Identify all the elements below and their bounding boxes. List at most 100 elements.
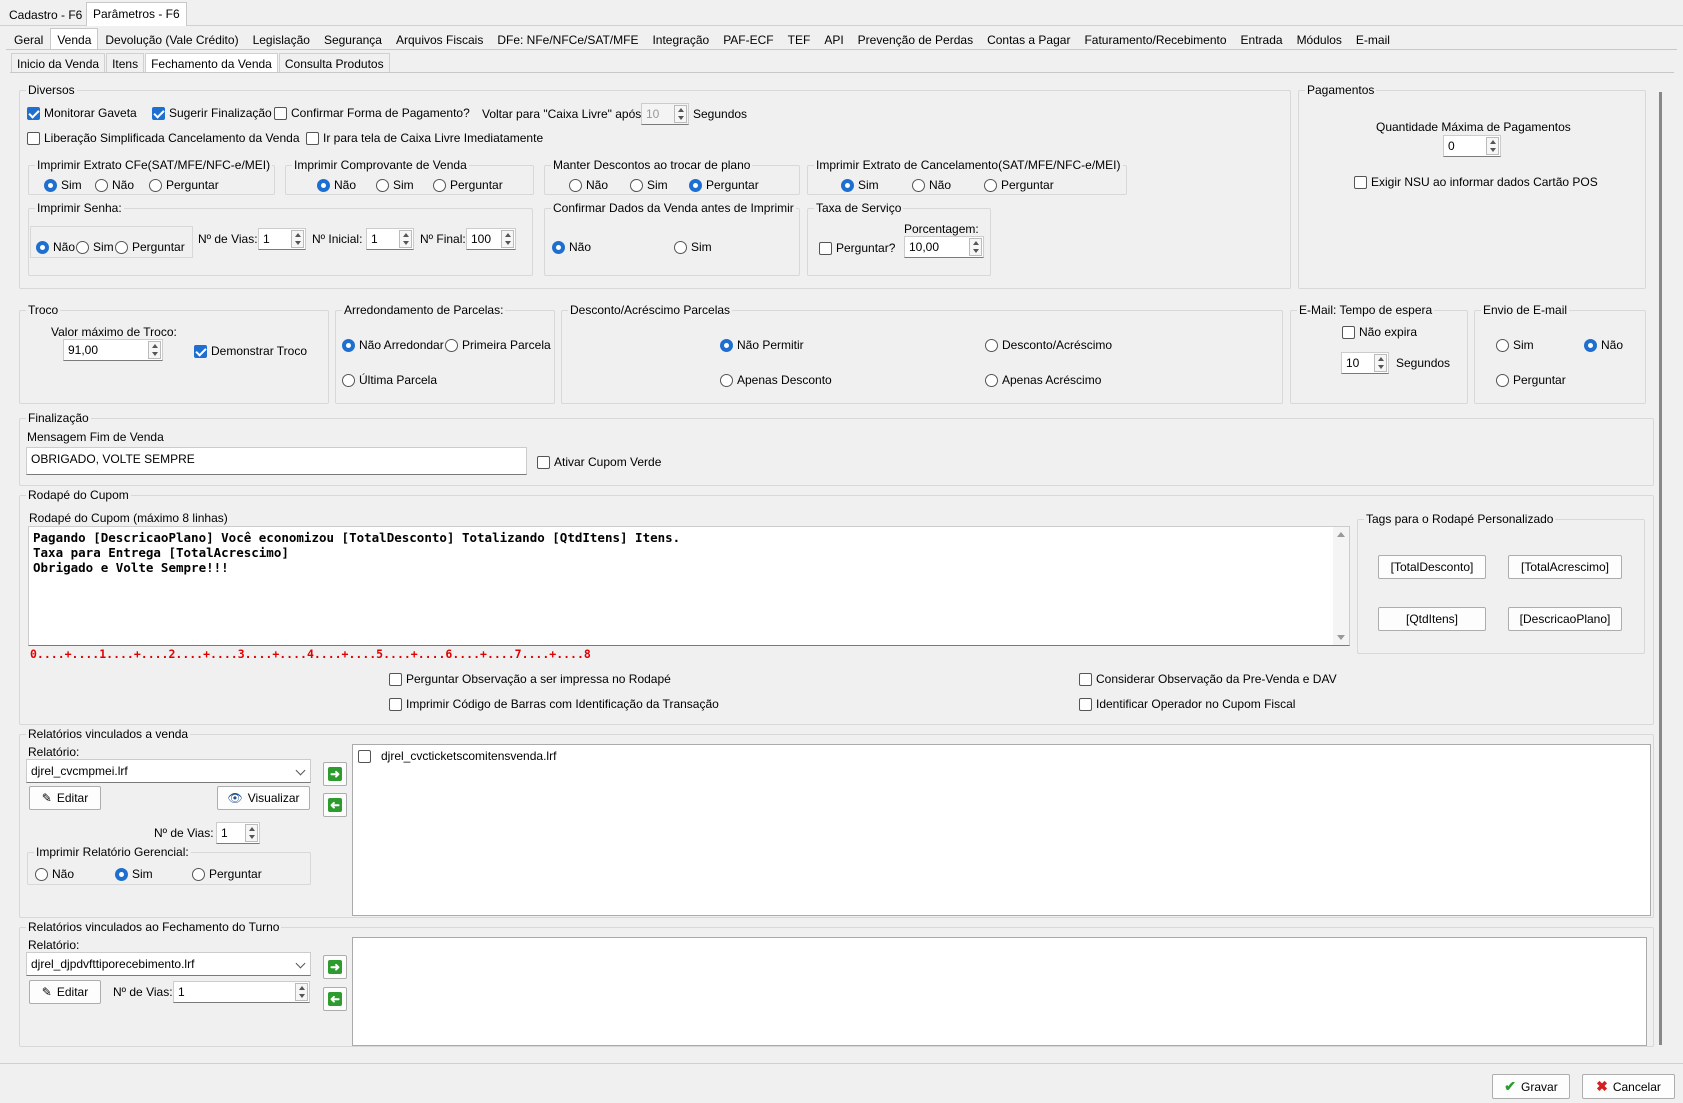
senha-final-label: Nº Final:: [420, 232, 466, 246]
comprovante-sim-radio[interactable]: Sim: [376, 178, 414, 192]
senha-sim-radio[interactable]: Sim: [76, 240, 114, 254]
rel-turno-remove-button[interactable]: ➜: [323, 987, 347, 1011]
main-tab[interactable]: Geral: [7, 28, 51, 50]
main-tab[interactable]: Módulos: [1289, 28, 1349, 50]
nao-permitir-radio[interactable]: Não Permitir: [720, 338, 804, 352]
gravar-button[interactable]: ✔ Gravar: [1492, 1074, 1570, 1099]
nao-expira-checkbox[interactable]: Não expira: [1342, 325, 1417, 339]
rel-venda-remove-button[interactable]: ➜: [323, 793, 347, 817]
envio-nao-radio[interactable]: Não: [1584, 338, 1623, 352]
apenas-acrescimo-radio[interactable]: Apenas Acréscimo: [985, 373, 1101, 387]
main-tab[interactable]: Prevenção de Perdas: [850, 28, 981, 50]
tag-total-acrescimo-button[interactable]: [TotalAcrescimo]: [1508, 555, 1622, 579]
senha-inicial-stepper[interactable]: 1: [366, 228, 414, 250]
extrato-sim-radio[interactable]: Sim: [44, 178, 82, 192]
extrato-perguntar-radio[interactable]: Perguntar: [149, 178, 219, 192]
rel-turno-select[interactable]: djrel_djpdvfttiporecebimento.lrf: [26, 952, 311, 976]
cupom-verde-checkbox[interactable]: Ativar Cupom Verde: [537, 455, 661, 469]
monitorar-gaveta-checkbox[interactable]: Monitorar Gaveta: [27, 106, 137, 120]
comprovante-nao-radio[interactable]: Não: [317, 178, 356, 192]
rel-venda-add-button[interactable]: ➜: [323, 762, 347, 786]
valor-troco-stepper[interactable]: 91,00: [63, 339, 163, 361]
main-tab[interactable]: TEF: [780, 28, 818, 50]
identificar-operador-checkbox[interactable]: Identificar Operador no Cupom Fiscal: [1079, 697, 1295, 711]
demonstrar-troco-checkbox[interactable]: Demonstrar Troco: [194, 344, 307, 358]
descontos-perguntar-radio[interactable]: Perguntar: [689, 178, 759, 192]
rodape-textarea[interactable]: Pagando [DescricaoPlano] Você economizou…: [28, 526, 1350, 646]
email-segundos-stepper[interactable]: 10: [1341, 352, 1389, 374]
primeira-parcela-radio[interactable]: Primeira Parcela: [445, 338, 551, 352]
main-tab[interactable]: Contas a Pagar: [980, 28, 1078, 50]
tag-total-desconto-button[interactable]: [TotalDesconto]: [1378, 555, 1486, 579]
main-tab[interactable]: DFe: NFe/NFCe/SAT/MFE: [490, 28, 646, 50]
list-item[interactable]: djrel_cvcticketscomitensvenda.lrf: [358, 749, 556, 763]
descontos-nao-radio[interactable]: Não: [569, 178, 608, 192]
voltar-segundos-stepper[interactable]: 10: [641, 103, 689, 125]
rel-venda-editar-button[interactable]: ✎ Editar: [29, 786, 101, 810]
senha-nao-radio[interactable]: Não: [36, 240, 75, 254]
main-tab[interactable]: Integração: [645, 28, 717, 50]
senha-final-stepper[interactable]: 100: [466, 228, 516, 250]
window-tab-parametros[interactable]: Parâmetros - F6: [86, 2, 187, 26]
considerar-obs-checkbox[interactable]: Considerar Observação da Pre-Venda e DAV: [1079, 672, 1337, 686]
main-tab[interactable]: Faturamento/Recebimento: [1077, 28, 1234, 50]
rel-venda-select[interactable]: djrel_cvcmpmei.lrf: [26, 759, 311, 783]
rel-venda-visualizar-button[interactable]: 👁 Visualizar: [217, 786, 310, 810]
comprovante-perguntar-radio[interactable]: Perguntar: [433, 178, 503, 192]
ultima-parcela-radio[interactable]: Última Parcela: [342, 373, 437, 387]
liberacao-simplificada-checkbox[interactable]: Liberação Simplificada Cancelamento da V…: [27, 131, 300, 145]
sub-tab[interactable]: Fechamento da Venda: [145, 53, 278, 73]
rel-venda-vias-stepper[interactable]: 1: [216, 822, 260, 844]
mensagem-fim-input[interactable]: OBRIGADO, VOLTE SEMPRE: [26, 447, 527, 475]
cancel-nao-radio[interactable]: Não: [912, 178, 951, 192]
exigir-nsu-checkbox[interactable]: Exigir NSU ao informar dados Cartão POS: [1354, 175, 1598, 189]
rel-turno-editar-button[interactable]: ✎ Editar: [29, 980, 101, 1004]
rel-turno-vias-stepper[interactable]: 1: [173, 981, 310, 1003]
textarea-scrollbar[interactable]: [1333, 527, 1349, 645]
main-tab[interactable]: Devolução (Vale Crédito): [98, 28, 246, 50]
envio-sim-radio[interactable]: Sim: [1496, 338, 1534, 352]
rel-turno-add-button[interactable]: ➜: [323, 955, 347, 979]
confirmar-nao-radio[interactable]: Não: [552, 240, 591, 254]
main-tab[interactable]: E-mail: [1348, 28, 1397, 50]
cancel-perguntar-radio[interactable]: Perguntar: [984, 178, 1054, 192]
nao-arredondar-radio[interactable]: Não Arredondar: [342, 338, 444, 352]
main-tab[interactable]: Segurança: [316, 28, 389, 50]
rel-turno-list[interactable]: [352, 937, 1647, 1046]
rel-venda-list[interactable]: djrel_cvcticketscomitensvenda.lrf: [352, 744, 1651, 916]
senha-vias-stepper[interactable]: 1: [258, 228, 306, 250]
main-tab[interactable]: Legislação: [245, 28, 317, 50]
ir-caixa-livre-checkbox[interactable]: Ir para tela de Caixa Livre Imediatament…: [306, 131, 543, 145]
envio-perguntar-radio[interactable]: Perguntar: [1496, 373, 1566, 387]
window-tab-cadastro[interactable]: Cadastro - F6: [4, 4, 87, 26]
sugerir-finalizacao-checkbox[interactable]: Sugerir Finalização: [152, 106, 272, 120]
vertical-scrollbar[interactable]: [1659, 92, 1662, 1045]
main-tab[interactable]: Entrada: [1233, 28, 1290, 50]
tag-qtd-itens-button[interactable]: [QtdItens]: [1378, 607, 1486, 631]
gerencial-perguntar-radio[interactable]: Perguntar: [192, 867, 262, 881]
descontos-sim-radio[interactable]: Sim: [630, 178, 668, 192]
desconto-acrescimo-radio[interactable]: Desconto/Acréscimo: [985, 338, 1112, 352]
confirmar-sim-radio[interactable]: Sim: [674, 240, 712, 254]
sub-tab[interactable]: Inicio da Venda: [11, 53, 106, 73]
perguntar-obs-checkbox[interactable]: Perguntar Observação a ser impressa no R…: [389, 672, 671, 686]
cancelar-button[interactable]: ✖ Cancelar: [1582, 1074, 1675, 1099]
tag-descricao-plano-button[interactable]: [DescricaoPlano]: [1508, 607, 1622, 631]
imprimir-codigo-barras-checkbox[interactable]: Imprimir Código de Barras com Identifica…: [389, 697, 719, 711]
main-tab[interactable]: Arquivos Fiscais: [388, 28, 491, 50]
taxa-perguntar-checkbox[interactable]: Perguntar?: [819, 241, 895, 255]
main-tab[interactable]: PAF-ECF: [716, 28, 781, 50]
confirmar-forma-checkbox[interactable]: Confirmar Forma de Pagamento?: [274, 106, 470, 120]
main-tab[interactable]: API: [817, 28, 851, 50]
apenas-desconto-radio[interactable]: Apenas Desconto: [720, 373, 832, 387]
cancel-sim-radio[interactable]: Sim: [841, 178, 879, 192]
sub-tab[interactable]: Consulta Produtos: [278, 53, 390, 73]
gerencial-nao-radio[interactable]: Não: [35, 867, 74, 881]
sub-tab[interactable]: Itens: [106, 53, 145, 73]
porcentagem-stepper[interactable]: 10,00: [904, 236, 984, 258]
senha-perguntar-radio[interactable]: Perguntar: [115, 240, 185, 254]
gerencial-sim-radio[interactable]: Sim: [115, 867, 153, 881]
main-tab[interactable]: Venda: [50, 28, 99, 50]
qtd-maxima-stepper[interactable]: 0: [1443, 135, 1501, 157]
extrato-nao-radio[interactable]: Não: [95, 178, 134, 192]
